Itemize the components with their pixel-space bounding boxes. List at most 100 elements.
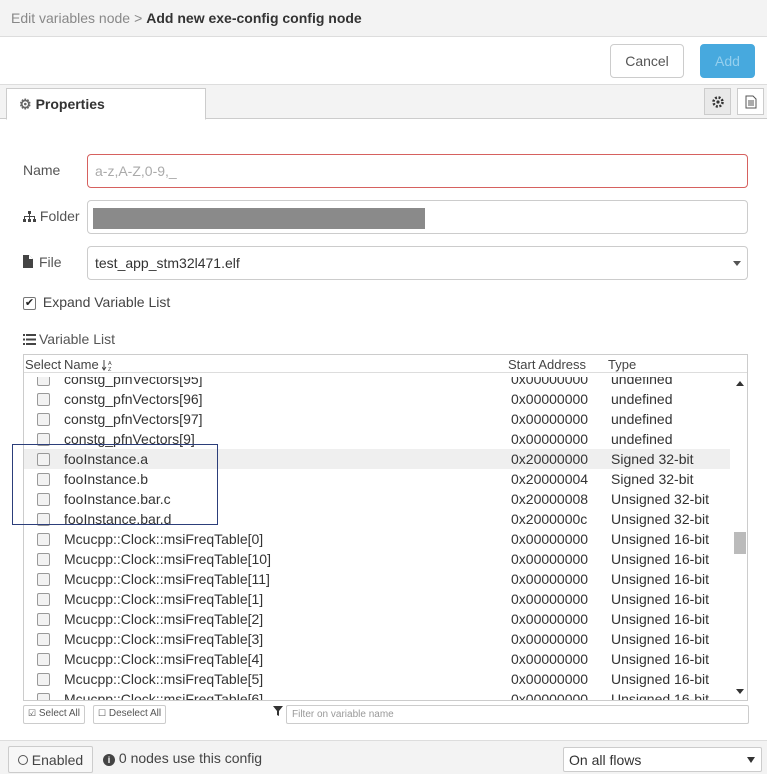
- caret-down-icon: [747, 757, 755, 763]
- scrollbar-thumb[interactable]: [734, 532, 746, 554]
- sitemap-icon: [23, 211, 36, 222]
- table-row[interactable]: constg_pfnVectors[97] 0x00000000 undefined: [24, 409, 730, 429]
- name-input[interactable]: a-z,A-Z,0-9,_: [87, 154, 748, 188]
- row-select-checkbox[interactable]: [37, 613, 50, 626]
- scroll-down-icon[interactable]: [736, 689, 744, 694]
- row-select-checkbox[interactable]: [37, 593, 50, 606]
- enabled-toggle[interactable]: Enabled: [8, 746, 93, 773]
- row-type: Unsigned 16-bit: [611, 571, 710, 587]
- row-start-address: 0x00000000: [511, 571, 589, 587]
- nodes-info: i 0 nodes use this config: [103, 750, 262, 766]
- row-type: Unsigned 16-bit: [611, 651, 710, 667]
- row-start-address: 0x00000000: [511, 631, 589, 647]
- cancel-button[interactable]: Cancel: [610, 44, 684, 78]
- folder-input[interactable]: [87, 200, 748, 234]
- sort-alpha-icon: AZ: [101, 360, 112, 373]
- variable-list[interactable]: Select Name A Z Start Address Type constg_…: [23, 354, 748, 701]
- expand-variable-list-checkbox[interactable]: ✔: [23, 296, 36, 310]
- row-start-address: 0x00000000: [511, 377, 589, 387]
- row-type: Unsigned 32-bit: [611, 491, 710, 507]
- filter-icon: [273, 706, 283, 716]
- table-row[interactable]: Mcucpp::Clock::msiFreqTable[0] 0x00000000…: [24, 529, 730, 549]
- row-name: Mcucpp::Clock::msiFreqTable[11]: [64, 571, 270, 587]
- row-type: Unsigned 16-bit: [611, 551, 710, 567]
- row-name: Mcucpp::Clock::msiFreqTable[0]: [64, 531, 264, 547]
- file-select[interactable]: test_app_stm32l471.elf: [87, 246, 748, 280]
- row-select-checkbox[interactable]: [37, 673, 50, 686]
- selection-rectangle: [12, 444, 218, 525]
- folder-path-redacted: [93, 208, 425, 229]
- select-all-button[interactable]: ☑ Select All: [23, 705, 85, 724]
- row-name: Mcucpp::Clock::msiFreqTable[1]: [64, 591, 264, 607]
- row-select-checkbox[interactable]: [37, 377, 50, 386]
- row-select-checkbox[interactable]: [37, 653, 50, 666]
- file-label-row: File: [23, 254, 62, 270]
- filter-input[interactable]: Filter on variable name: [286, 705, 749, 724]
- file-icon: [23, 255, 33, 268]
- row-select-checkbox[interactable]: [37, 413, 50, 426]
- expand-variable-list-label: Expand Variable List: [42, 294, 171, 310]
- row-select-checkbox[interactable]: [37, 553, 50, 566]
- table-row[interactable]: Mcucpp::Clock::msiFreqTable[3] 0x00000000…: [24, 629, 730, 649]
- table-row[interactable]: constg_pfnVectors[95] 0x00000000 undefined: [24, 377, 730, 389]
- row-select-checkbox[interactable]: [37, 693, 50, 700]
- tab-properties[interactable]: ⚙ Properties: [6, 88, 206, 120]
- nodes-info-text: 0 nodes use this config: [118, 750, 263, 766]
- name-label: Name: [23, 162, 61, 178]
- row-name: Mcucpp::Clock::msiFreqTable[6]: [64, 691, 264, 700]
- variable-rows: constg_pfnVectors[95] 0x00000000 undefined…: [24, 377, 730, 700]
- page-title: Add new exe-config config node: [146, 10, 362, 26]
- table-row[interactable]: constg_pfnVectors[96] 0x00000000 undefined: [24, 389, 730, 409]
- col-start-address[interactable]: Start Address: [508, 357, 586, 372]
- dialog-toolbar: Cancel Add: [0, 37, 767, 85]
- variable-list-scrollbar[interactable]: [732, 375, 747, 700]
- row-start-address: 0x00000000: [511, 551, 589, 567]
- table-row[interactable]: Mcucpp::Clock::msiFreqTable[4] 0x00000000…: [24, 649, 730, 669]
- settings-tab-button[interactable]: [704, 88, 731, 115]
- table-row[interactable]: Mcucpp::Clock::msiFreqTable[11] 0x0000000…: [24, 569, 730, 589]
- expand-variable-list-row: ✔ Expand Variable List: [23, 294, 170, 310]
- table-row[interactable]: Mcucpp::Clock::msiFreqTable[10] 0x0000000…: [24, 549, 730, 569]
- row-start-address: 0x20000004: [511, 471, 589, 487]
- folder-label-row: Folder: [23, 208, 80, 224]
- row-name: constg_pfnVectors[97]: [64, 411, 203, 427]
- row-start-address: 0x2000000c: [511, 511, 588, 527]
- row-type: undefined: [611, 411, 673, 427]
- col-name[interactable]: Name A Z: [64, 357, 114, 373]
- row-type: Unsigned 16-bit: [611, 671, 710, 687]
- row-type: Unsigned 16-bit: [611, 531, 710, 547]
- gear-icon: [711, 95, 724, 108]
- row-start-address: 0x00000000: [511, 691, 589, 700]
- row-start-address: 0x00000000: [511, 651, 589, 667]
- row-type: Signed 32-bit: [611, 451, 694, 467]
- row-select-checkbox[interactable]: [37, 533, 50, 546]
- row-name: Mcucpp::Clock::msiFreqTable[5]: [64, 671, 264, 687]
- info-icon: i: [103, 754, 115, 766]
- deselect-all-label: Deselect All: [108, 708, 162, 719]
- col-type[interactable]: Type: [608, 357, 636, 372]
- row-start-address: 0x00000000: [511, 591, 589, 607]
- flows-select[interactable]: On all flows: [563, 747, 762, 772]
- row-name: Mcucpp::Clock::msiFreqTable[10]: [64, 551, 271, 567]
- caret-down-icon: [733, 261, 741, 266]
- table-row[interactable]: Mcucpp::Clock::msiFreqTable[1] 0x00000000…: [24, 589, 730, 609]
- add-button[interactable]: Add: [700, 44, 755, 78]
- row-name: Mcucpp::Clock::msiFreqTable[2]: [64, 611, 264, 627]
- row-select-checkbox[interactable]: [37, 573, 50, 586]
- row-type: Unsigned 16-bit: [611, 611, 710, 627]
- deselect-all-button[interactable]: ☐ Deselect All: [93, 705, 167, 724]
- row-start-address: 0x00000000: [511, 611, 589, 627]
- table-row[interactable]: Mcucpp::Clock::msiFreqTable[2] 0x00000000…: [24, 609, 730, 629]
- table-row[interactable]: Mcucpp::Clock::msiFreqTable[5] 0x00000000…: [24, 669, 730, 689]
- row-select-checkbox[interactable]: [37, 633, 50, 646]
- row-select-checkbox[interactable]: [37, 393, 50, 406]
- scroll-up-icon[interactable]: [736, 381, 744, 386]
- enabled-label: Enabled: [31, 751, 84, 768]
- row-start-address: 0x00000000: [511, 391, 589, 407]
- row-type: undefined: [611, 391, 673, 407]
- breadcrumb[interactable]: Edit variables node: [11, 10, 130, 26]
- breadcrumb-separator: >: [134, 10, 143, 26]
- table-row[interactable]: Mcucpp::Clock::msiFreqTable[6] 0x00000000…: [24, 689, 730, 700]
- row-start-address: 0x00000000: [511, 411, 589, 427]
- description-tab-button[interactable]: [737, 88, 764, 115]
